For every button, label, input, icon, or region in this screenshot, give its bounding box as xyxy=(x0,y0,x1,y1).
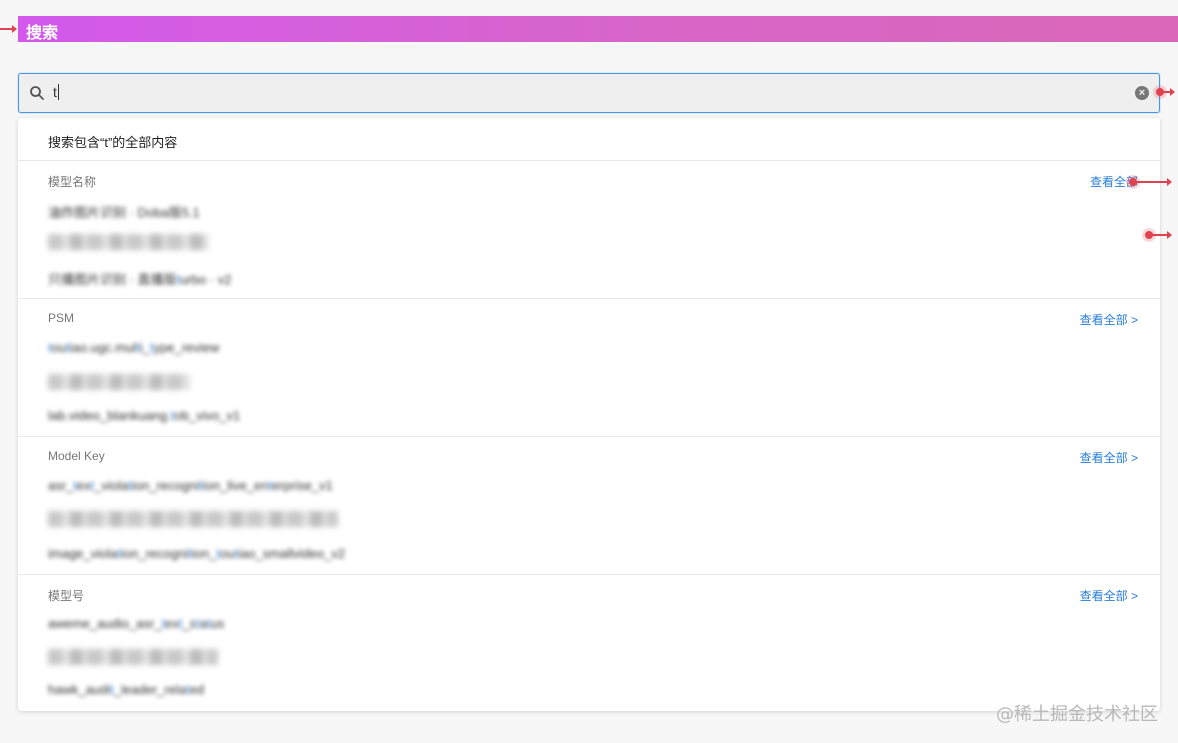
match-highlight: t xyxy=(161,616,166,631)
match-highlight: t xyxy=(268,478,273,493)
search-icon xyxy=(30,86,44,100)
divider xyxy=(18,574,1160,575)
section-title-model-number: 模型号 xyxy=(48,589,85,603)
annotation-arrow xyxy=(0,25,17,33)
match-highlight: t xyxy=(66,340,70,355)
header-bar: 搜索 xyxy=(18,16,1178,42)
match-highlight: t xyxy=(149,340,154,355)
match-highlight: t xyxy=(196,616,200,631)
match-highlight: t xyxy=(176,272,181,287)
list-item[interactable] xyxy=(48,234,208,250)
annotation-arrow xyxy=(1156,88,1175,96)
list-item[interactable]: hawk_audit_leader_related xyxy=(48,682,204,697)
list-item[interactable] xyxy=(48,511,338,527)
match-highlight: t xyxy=(170,408,175,423)
match-highlight: t xyxy=(73,478,77,493)
section-title-psm: PSM xyxy=(48,311,75,325)
match-highlight: t xyxy=(186,682,190,697)
search-all-option[interactable]: 搜索包含“t”的全部内容 xyxy=(48,132,177,151)
match-highlight: t xyxy=(128,478,132,493)
list-item[interactable]: aweme_audio_asr_text_status xyxy=(48,616,224,631)
annotation-arrow xyxy=(1129,178,1172,186)
match-highlight: t xyxy=(207,616,211,631)
list-item[interactable]: image_violation_recognition_toutiao_smal… xyxy=(48,546,345,561)
search-input[interactable]: t × xyxy=(18,73,1160,113)
divider xyxy=(18,160,1160,161)
match-highlight: t xyxy=(216,546,221,561)
search-dropdown: 搜索包含“t”的全部内容 模型名称 查看全部 油炸图片识别 · Doba版5.1… xyxy=(18,118,1160,711)
match-highlight: t xyxy=(234,546,239,561)
list-item[interactable] xyxy=(48,374,190,390)
section-title-model-name: 模型名称 xyxy=(48,175,97,189)
list-item[interactable] xyxy=(48,649,218,665)
match-highlight: t xyxy=(178,616,183,631)
match-highlight: t xyxy=(110,682,114,697)
list-item[interactable]: 只播图片识别 · 直播版turbo · v2 xyxy=(48,269,232,288)
divider xyxy=(18,298,1160,299)
section-title-model-key: Model Key xyxy=(48,449,105,463)
match-highlight: t xyxy=(117,546,121,561)
view-all-link[interactable]: 查看全部 > xyxy=(1080,587,1138,604)
list-item[interactable]: asr_text_violation_recognition_live_ente… xyxy=(48,478,333,493)
search-value[interactable]: t xyxy=(53,84,59,100)
match-highlight: t xyxy=(199,478,203,493)
match-highlight: t xyxy=(48,340,52,355)
header-title: 搜索 xyxy=(26,23,59,42)
list-item[interactable]: toutiao.ugc.multi_type_review xyxy=(48,340,219,355)
match-highlight: t xyxy=(188,546,192,561)
watermark: @稀土掘金技术社区 xyxy=(996,704,1158,725)
annotation-arrow xyxy=(1145,231,1172,239)
list-item[interactable]: 油炸图片识别 · Doba版5.1 xyxy=(48,202,200,221)
divider xyxy=(18,436,1160,437)
clear-icon[interactable]: × xyxy=(1135,86,1149,100)
view-all-link[interactable]: 查看全部 > xyxy=(1080,449,1138,466)
list-item[interactable]: lab.video_blankuang.tob_vivo_v1 xyxy=(48,408,240,423)
match-highlight: t xyxy=(136,340,140,355)
view-all-link[interactable]: 查看全部 > xyxy=(1080,311,1138,328)
match-highlight: t xyxy=(90,478,95,493)
